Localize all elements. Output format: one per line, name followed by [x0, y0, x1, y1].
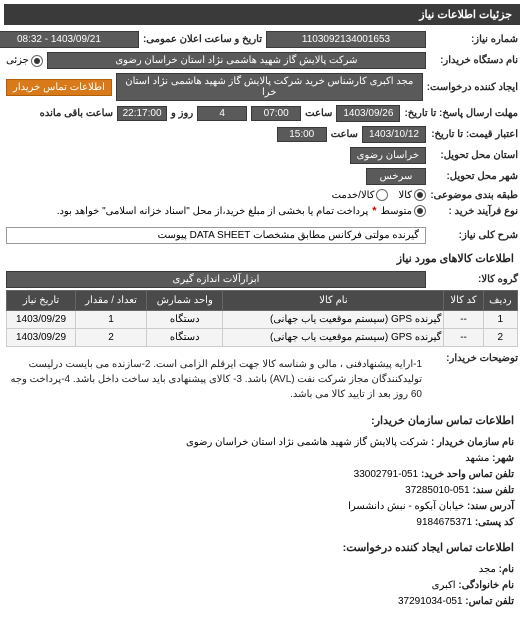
- respond-days: 4: [197, 106, 247, 121]
- price-time: 15:00: [277, 127, 327, 142]
- pub-phone-label: تلفن سند:: [472, 485, 514, 496]
- req-name-label: نام:: [499, 564, 514, 575]
- contact-row: آدرس سند: خیابان آبکوه - نبش دانشسرا: [10, 499, 514, 515]
- req-phone-value: 051-37291034: [398, 596, 463, 607]
- purchase-type-label: نوع فرآیند خرید :: [430, 206, 518, 217]
- city-value: مشهد: [465, 453, 489, 464]
- option-label: متوسط: [381, 206, 412, 217]
- postal-value: 9184675371: [416, 517, 472, 528]
- delivery-province-value: خراسان رضوی: [350, 147, 426, 164]
- th-unit: واحد شمارش: [147, 291, 223, 311]
- contact-row: نام خانوادگی: اکبری: [10, 578, 514, 594]
- cell-date: 1403/09/29: [7, 329, 76, 347]
- goods-group-label: گروه کالا:: [430, 274, 518, 285]
- req-family-value: اکبری: [432, 580, 456, 591]
- purchase-note: پرداخت تمام یا بخشی از مبلغ خرید،از محل …: [57, 206, 369, 217]
- partial-radio[interactable]: جزئی: [6, 55, 43, 67]
- org-label: نام سازمان خریدار :: [431, 437, 514, 448]
- th-code: کد کالا: [444, 291, 483, 311]
- radio-icon: [414, 189, 426, 201]
- option-label: کالا: [398, 190, 412, 201]
- req-name-value: مجد: [479, 564, 496, 575]
- cell-idx: 2: [483, 329, 517, 347]
- requester-value: مجد اکبری کارشناس خرید شرکت پالایش گاز ش…: [116, 73, 423, 101]
- cell-idx: 1: [483, 311, 517, 329]
- buyer-contact-button[interactable]: اطلاعات تماس خریدار: [6, 79, 112, 96]
- delivery-province-label: استان محل تحویل:: [430, 150, 518, 161]
- buyer-notes-text: 1-ارایه پیشنهادفنی ، مالی و شناسه کالا ج…: [6, 353, 426, 406]
- respond-remain: 22:17:00: [117, 106, 167, 121]
- respond-date: 1403/09/26: [336, 105, 400, 122]
- cell-date: 1403/09/29: [7, 311, 76, 329]
- remain-label: ساعت باقی مانده: [40, 108, 113, 119]
- goods-table: ردیف کد کالا نام کالا واحد شمارش تعداد /…: [6, 290, 518, 347]
- radio-icon: [376, 189, 388, 201]
- need-desc-value: گیرنده مولتی فرکانس مطابق مشخصات DATA SH…: [6, 227, 426, 244]
- need-desc-label: شرح کلی نیاز:: [430, 230, 518, 241]
- radio-icon: [414, 205, 426, 217]
- option-label: کالا/خدمت: [332, 190, 375, 201]
- classification-option-goods[interactable]: کالا: [398, 189, 426, 201]
- buy-phone-label: تلفن تماس واحد خرید:: [421, 469, 514, 480]
- buyer-org-value: شرکت پالایش گاز شهید هاشمی نژاد استان خر…: [47, 52, 426, 69]
- cell-qty: 1: [76, 311, 147, 329]
- partial-label: جزئی: [6, 55, 29, 66]
- cell-code: --: [444, 329, 483, 347]
- req-family-label: نام خانوادگی:: [458, 580, 514, 591]
- delivery-city-value: سرخس: [366, 168, 426, 185]
- cell-unit: دستگاه: [147, 311, 223, 329]
- respond-time: 07:00: [251, 106, 301, 121]
- org-value: شرکت پالایش گاز شهید هاشمی نژاد استان خر…: [186, 437, 428, 448]
- buy-phone-value: 051-33002791: [354, 469, 419, 480]
- req-phone-label: تلفن تماس:: [465, 596, 514, 607]
- respond-time-label: ساعت: [305, 108, 332, 119]
- respond-until-label: مهلت ارسال پاسخ: تا تاریخ:: [404, 108, 518, 119]
- cell-unit: دستگاه: [147, 329, 223, 347]
- contact-header: اطلاعات تماس سازمان خریدار:: [6, 408, 518, 431]
- buyer-org-label: نام دستگاه خریدار:: [430, 55, 518, 66]
- contact-row: تلفن تماس: 051-37291034: [10, 594, 514, 610]
- price-date: 1403/10/12: [362, 126, 426, 143]
- contact-row: کد پستی: 9184675371: [10, 515, 514, 531]
- announce-label: تاریخ و ساعت اعلان عمومی:: [143, 34, 262, 45]
- th-name: نام کالا: [223, 291, 444, 311]
- cell-qty: 2: [76, 329, 147, 347]
- delivery-city-label: شهر محل تحویل:: [430, 171, 518, 182]
- radio-icon: [31, 55, 43, 67]
- goods-group-value: ابزارآلات اندازه گیری: [6, 271, 426, 288]
- buyer-notes-label: توضیحات خریدار:: [430, 353, 518, 364]
- pub-phone-value: 051-37285010: [405, 485, 470, 496]
- classification-label: طبقه بندی موضوعی:: [430, 190, 518, 201]
- announce-value: 1403/09/21 - 08:32: [0, 31, 139, 48]
- price-time-label: ساعت: [331, 129, 358, 140]
- address-label: آدرس سند:: [467, 501, 514, 512]
- address-value: خیابان آبکوه - نبش دانشسرا: [348, 501, 464, 512]
- days-label: روز و: [171, 108, 193, 119]
- purchase-type-option[interactable]: متوسط: [381, 205, 426, 217]
- postal-label: کد پستی:: [475, 517, 514, 528]
- th-date: تاریخ نیاز: [7, 291, 76, 311]
- city-label: شهر:: [492, 453, 514, 464]
- table-row: 2 -- گیرنده GPS (سیستم موقعیت یاب جهانی)…: [7, 329, 518, 347]
- price-until-label: اعتبار قیمت: تا تاریخ:: [430, 129, 518, 140]
- classification-option-goods-service[interactable]: کالا/خدمت: [332, 189, 389, 201]
- requester-contact-header: اطلاعات تماس ایجاد کننده درخواست:: [6, 535, 518, 558]
- th-idx: ردیف: [483, 291, 517, 311]
- requester-label: ایجاد کننده درخواست:: [427, 82, 518, 93]
- cell-name: گیرنده GPS (سیستم موقعیت یاب جهانی): [223, 329, 444, 347]
- th-qty: تعداد / مقدار: [76, 291, 147, 311]
- table-row: 1 -- گیرنده GPS (سیستم موقعیت یاب جهانی)…: [7, 311, 518, 329]
- note-star: *: [372, 205, 376, 217]
- req-number-value: 1103092134001653: [266, 31, 426, 48]
- contact-row: شهر: مشهد: [10, 451, 514, 467]
- cell-name: گیرنده GPS (سیستم موقعیت یاب جهانی): [223, 311, 444, 329]
- goods-header: اطلاعات کالاهای مورد نیاز: [6, 246, 518, 269]
- contact-row: نام سازمان خریدار : شرکت پالایش گاز شهید…: [10, 435, 514, 451]
- main-header: جزئیات اطلاعات نیاز: [4, 4, 520, 25]
- req-number-label: شماره نیاز:: [430, 34, 518, 45]
- contact-row: تلفن تماس واحد خرید: 051-33002791: [10, 467, 514, 483]
- cell-code: --: [444, 311, 483, 329]
- contact-row: تلفن سند: 051-37285010: [10, 483, 514, 499]
